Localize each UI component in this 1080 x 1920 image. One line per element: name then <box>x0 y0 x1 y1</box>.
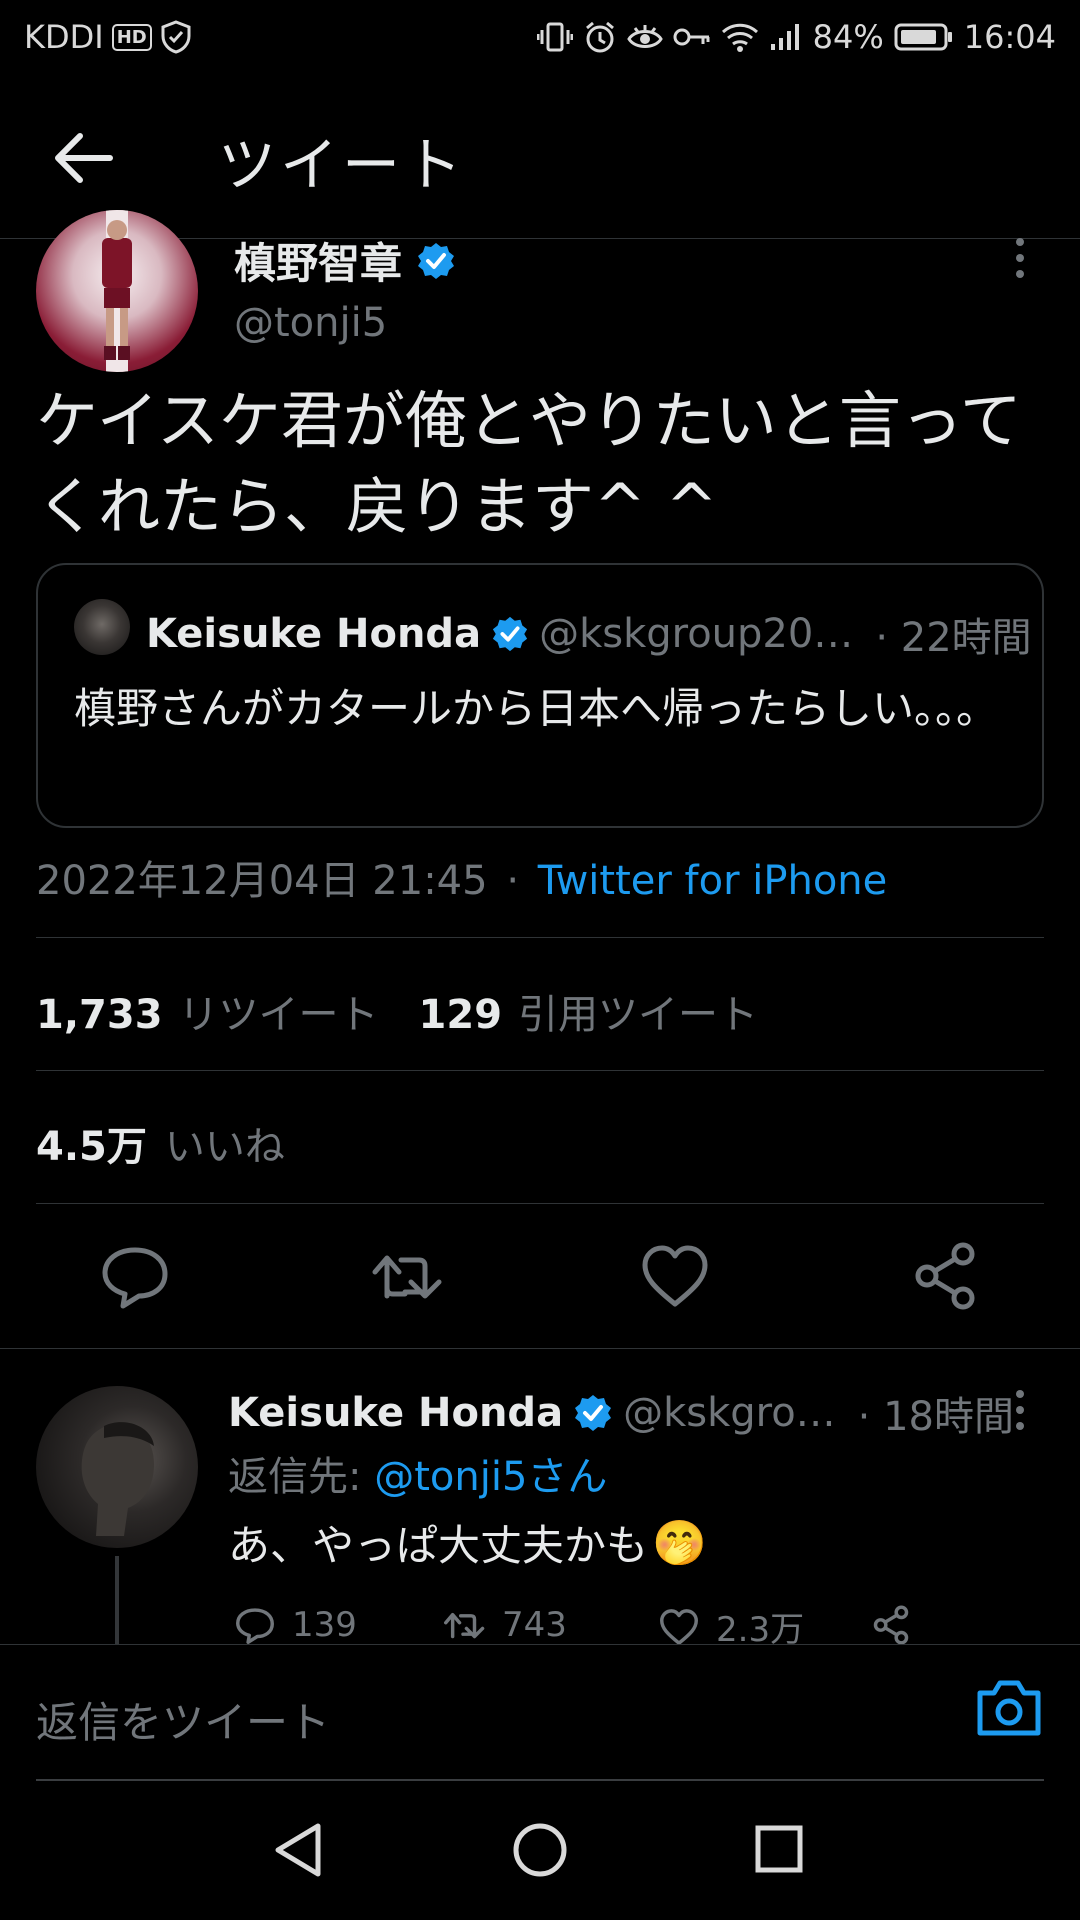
quoted-tweet-time: · 22時間 <box>875 615 1032 661</box>
meta-separator: · <box>506 858 520 904</box>
hd-badge: HD <box>111 23 152 51</box>
avatar-figure <box>102 210 132 372</box>
signal-icon <box>769 22 803 52</box>
share-icon <box>873 1605 909 1645</box>
eye-icon <box>626 22 663 52</box>
vibrate-icon <box>536 21 573 53</box>
page-title: ツイート <box>218 131 467 199</box>
stats-divider-middle <box>36 1070 1044 1071</box>
verified-badge-icon <box>573 1393 613 1433</box>
author-name[interactable]: 槙野智章 <box>234 230 402 291</box>
avatar-portrait <box>81 1422 154 1536</box>
author-name-row: 槙野智章 <box>234 230 456 291</box>
battery-icon <box>894 22 954 52</box>
quoted-author-name: Keisuke Honda <box>146 611 482 657</box>
like-label: いいね <box>164 1124 285 1170</box>
retweets-stat[interactable]: 1,733 リツイート <box>36 982 379 1040</box>
reply-author-avatar[interactable] <box>36 1386 198 1548</box>
tweet-text: ケイスケ君が俺とやりたいと言ってくれたら、戻ります^ ^ <box>36 384 1022 543</box>
reply-text: あ、やっぱ大丈夫かも 🤭 <box>228 1512 707 1573</box>
retweet-stats-row: 1,733 リツイート 129 引用ツイート <box>36 982 758 1040</box>
replying-to: 返信先: @tonji5さん <box>228 1444 607 1502</box>
quote-count: 129 <box>418 992 503 1038</box>
reply-input[interactable]: 返信をツイート <box>36 1689 330 1750</box>
like-count: 4.5万 <box>36 1124 147 1170</box>
quoted-tweet[interactable]: Keisuke Honda @kskgroup20… · 22時間 槙野さんがカ… <box>36 563 1044 828</box>
reply-button[interactable] <box>95 1236 175 1316</box>
nav-recents-icon <box>755 1825 803 1873</box>
tweet-source-link[interactable]: Twitter for iPhone <box>538 858 888 904</box>
back-button[interactable] <box>46 120 122 196</box>
thread-line <box>115 1556 119 1646</box>
reply-reply-count: 139 <box>292 1605 357 1645</box>
stats-divider-bottom <box>36 1203 1044 1204</box>
shield-icon <box>160 20 192 54</box>
more-vertical-icon <box>1016 1390 1024 1430</box>
reply-retweet-button[interactable]: 743 <box>438 1602 567 1648</box>
retweet-icon <box>372 1255 442 1299</box>
reply-icon <box>236 1608 274 1644</box>
reply-reply-button[interactable]: 139 <box>232 1602 357 1648</box>
carrier-label: KDDI <box>24 18 104 56</box>
share-button[interactable] <box>905 1236 985 1316</box>
quoted-author-avatar <box>74 599 130 655</box>
retweet-button[interactable] <box>365 1236 445 1316</box>
like-button[interactable] <box>635 1236 715 1316</box>
reply-composer: 返信をツイート <box>0 1644 1080 1781</box>
nav-home-icon <box>513 1823 567 1877</box>
nav-back-icon <box>275 1823 321 1877</box>
reply-actions: 139 743 2.3万 <box>228 1602 928 1650</box>
wifi-icon <box>721 21 759 53</box>
more-options-button[interactable] <box>1005 236 1035 280</box>
retweet-icon <box>444 1612 485 1639</box>
more-vertical-icon <box>1016 238 1024 278</box>
quoted-author-handle: @kskgroup20… <box>539 611 854 657</box>
stats-divider-top <box>36 937 1044 938</box>
nav-recents-button[interactable] <box>740 1810 820 1890</box>
nav-back-button[interactable] <box>260 1810 340 1890</box>
replying-to-user-link[interactable]: @tonji5さん <box>374 1454 607 1500</box>
retweet-count: 1,733 <box>36 992 163 1038</box>
face-with-hand-over-mouth-emoji: 🤭 <box>652 1517 707 1569</box>
tweet-meta: 2022年12月04日 21:45 · Twitter for iPhone <box>36 848 887 906</box>
author-avatar[interactable] <box>36 210 198 372</box>
camera-icon <box>977 1680 1041 1736</box>
author-handle[interactable]: @tonji5 <box>234 300 387 346</box>
verified-badge-icon <box>491 615 529 653</box>
tweet-timestamp: 2022年12月04日 21:45 <box>36 858 488 904</box>
status-bar: KDDI HD 84% 16:04 <box>0 0 1080 76</box>
alarm-icon <box>583 20 617 54</box>
reply-icon <box>102 1247 168 1309</box>
reply-text-body: あ、やっぱ大丈夫かも <box>228 1521 649 1570</box>
verified-badge-icon <box>416 241 456 281</box>
nav-home-button[interactable] <box>500 1810 580 1890</box>
system-nav-bar <box>0 1780 1080 1920</box>
quote-label: 引用ツイート <box>518 992 759 1038</box>
retweet-label: リツイート <box>178 992 379 1038</box>
reply-more-options-button[interactable] <box>1005 1388 1035 1432</box>
reply-share-button[interactable] <box>868 1602 914 1648</box>
back-arrow-icon <box>55 133 113 183</box>
quoted-tweet-text: 槙野さんがカタールから日本へ帰ったらしい。。。 <box>74 684 999 733</box>
reply-header: Keisuke Honda @kskgro… · 18時間 <box>228 1384 1014 1442</box>
share-icon <box>915 1242 975 1310</box>
reply-author-name[interactable]: Keisuke Honda <box>228 1390 563 1436</box>
reply-author-handle[interactable]: @kskgro… <box>623 1390 836 1436</box>
reply-time: · 18時間 <box>857 1394 1014 1440</box>
key-icon <box>673 26 711 48</box>
reply-retweet-count: 743 <box>502 1605 567 1645</box>
like-icon <box>660 1608 698 1645</box>
clock-time: 16:04 <box>963 18 1056 56</box>
quoted-tweet-header: Keisuke Honda @kskgroup20… · 22時間 <box>146 605 1032 663</box>
app-header: ツイート <box>0 76 1080 238</box>
replying-to-prefix: 返信先: <box>228 1454 375 1500</box>
like-icon <box>642 1245 708 1307</box>
likes-stats-row[interactable]: 4.5万 いいね <box>36 1114 285 1172</box>
actions-divider <box>0 1348 1080 1349</box>
camera-button[interactable] <box>974 1673 1044 1743</box>
quotes-stat[interactable]: 129 引用ツイート <box>419 982 759 1040</box>
battery-percent: 84% <box>812 18 884 56</box>
